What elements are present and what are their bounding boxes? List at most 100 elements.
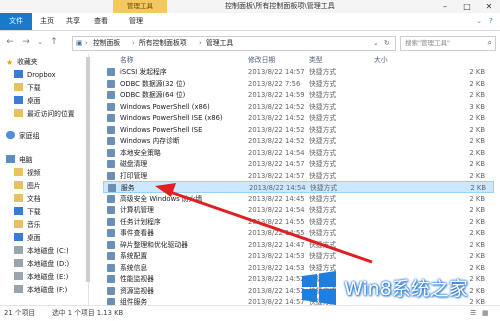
- nav-item-videos[interactable]: 视频: [14, 167, 41, 179]
- file-row[interactable]: 服务 2013/8/22 14:54 快捷方式 2 KB: [103, 181, 494, 193]
- file-type: 快捷方式: [309, 102, 337, 111]
- nav-this-pc[interactable]: 电脑: [6, 154, 33, 166]
- nav-item-downloads[interactable]: 下载: [14, 82, 41, 94]
- details-view-icon[interactable]: ☰: [470, 306, 476, 320]
- close-button[interactable]: ✕: [478, 0, 500, 13]
- file-date: 2013/8/22 14:52: [248, 286, 305, 295]
- address-bar[interactable]: ▣ › 控制面板 › 所有控制面板项 › 管理工具 ⌄ ↻: [72, 36, 396, 51]
- shortcut-icon: [108, 184, 116, 192]
- windows-logo-icon: [302, 271, 336, 305]
- file-type: 快捷方式: [309, 160, 337, 168]
- nav-item-documents[interactable]: 文档: [14, 193, 41, 205]
- nav-item-pc-downloads[interactable]: 下载: [14, 206, 41, 218]
- tab-home[interactable]: 主页: [36, 13, 58, 30]
- nav-item-dropbox[interactable]: Dropbox: [14, 69, 56, 81]
- ribbon-expand-icon[interactable]: ⌄: [474, 13, 484, 30]
- help-icon[interactable]: ?: [486, 13, 496, 30]
- column-header-size[interactable]: 大小: [374, 54, 388, 66]
- recent-folder-icon: [14, 109, 23, 117]
- file-date: 2013/8/22 14:57: [248, 160, 305, 168]
- forward-button[interactable]: →: [20, 36, 32, 48]
- nav-item-pictures[interactable]: 图片: [14, 180, 41, 192]
- tab-share[interactable]: 共享: [62, 13, 84, 30]
- file-row[interactable]: 碎片整理和优化驱动器 2013/8/22 14:47 快捷方式 2 KB: [103, 239, 494, 251]
- file-row[interactable]: 事件查看器 2013/8/22 14:55 快捷方式 2 KB: [103, 227, 494, 239]
- column-header-date[interactable]: 修改日期: [248, 54, 275, 66]
- file-size: 2 KB: [469, 263, 485, 272]
- nav-homegroup[interactable]: 家庭组: [6, 130, 39, 142]
- shortcut-icon: [107, 217, 115, 226]
- maximize-button[interactable]: □: [456, 0, 478, 13]
- large-icons-view-icon[interactable]: ▦: [482, 306, 488, 320]
- item-count: 21 个项目: [4, 309, 36, 317]
- file-size: 2 KB: [469, 114, 485, 122]
- back-button[interactable]: ←: [4, 36, 16, 48]
- up-button[interactable]: ↑: [48, 36, 60, 48]
- navigation-pane: ★ 收藏夹 Dropbox 下载 桌面 最近访问的位置 家庭组 电脑 视频 图片 …: [0, 54, 89, 305]
- breadcrumb-control-panel[interactable]: 控制面板: [93, 37, 120, 50]
- file-type: 快捷方式: [309, 229, 337, 237]
- file-date: 2013/8/22 14:54: [248, 206, 305, 214]
- tab-view[interactable]: 查看: [90, 13, 112, 30]
- file-row[interactable]: Windows PowerShell ISE (x86) 2013/8/22 14…: [103, 112, 494, 124]
- nav-item-desktop[interactable]: 桌面: [14, 95, 41, 107]
- star-icon: ★: [6, 58, 14, 67]
- shortcut-icon: [107, 160, 115, 168]
- file-list: 名称 修改日期 类型 大小 iSCSI 发起程序 2013/8/22 14:57 快…: [92, 54, 496, 306]
- file-row[interactable]: ODBC 数据源(64 位) 2013/8/22 14:59 快捷方式 2 KB: [103, 89, 494, 101]
- nav-item-drive-c[interactable]: 本地磁盘 (C:): [14, 245, 69, 257]
- file-type: 快捷方式: [309, 137, 337, 145]
- file-row[interactable]: iSCSI 发起程序 2013/8/22 14:57 快捷方式 2 KB: [103, 66, 494, 78]
- file-row[interactable]: 任务计划程序 2013/8/22 14:55 快捷方式 2 KB: [103, 216, 494, 228]
- file-type: 快捷方式: [309, 252, 337, 260]
- nav-item-music[interactable]: 音乐: [14, 219, 41, 231]
- column-header-name[interactable]: 名称: [120, 54, 134, 66]
- address-dropdown-icon[interactable]: ⌄: [373, 37, 379, 50]
- chevron-right-icon: ›: [132, 39, 135, 47]
- file-row[interactable]: Windows 内存诊断 2013/8/22 14:52 快捷方式 2 KB: [103, 135, 494, 147]
- file-row[interactable]: Windows PowerShell (x86) 2013/8/22 14:52 快…: [103, 101, 494, 113]
- breadcrumb-admin-tools[interactable]: 管理工具: [206, 37, 233, 50]
- shortcut-icon: [107, 79, 115, 88]
- column-header-type[interactable]: 类型: [309, 54, 323, 66]
- refresh-icon[interactable]: ↻: [384, 37, 390, 50]
- shortcut-icon: [107, 91, 115, 99]
- file-date: 2013/8/22 7:56: [248, 79, 301, 88]
- title-bar: 管理工具 控制面板\所有控制面板项\管理工具 – □ ✕: [0, 0, 500, 13]
- file-size: 2 KB: [469, 171, 485, 180]
- file-date: 2013/8/22 14:52: [248, 125, 305, 134]
- nav-favorites[interactable]: ★ 收藏夹: [6, 56, 38, 68]
- file-date: 2013/8/22 14:55: [248, 217, 305, 226]
- nav-item-drive-e[interactable]: 本地磁盘 (E:): [14, 271, 68, 283]
- tab-manage[interactable]: 管理: [124, 13, 148, 30]
- nav-scrollbar[interactable]: [86, 57, 90, 282]
- search-input[interactable]: 搜索"管理工具": [405, 37, 450, 50]
- file-row[interactable]: 系统信息 2013/8/22 14:53 快捷方式 2 KB: [103, 262, 494, 274]
- file-row[interactable]: 系统配置 2013/8/22 14:53 快捷方式 2 KB: [103, 250, 494, 262]
- file-size: 2 KB: [469, 160, 485, 168]
- file-row[interactable]: 打印管理 2013/8/22 14:57 快捷方式 2 KB: [103, 170, 494, 182]
- file-type: 快捷方式: [309, 217, 337, 226]
- file-row[interactable]: 磁盘清理 2013/8/22 14:57 快捷方式 2 KB: [103, 158, 494, 170]
- file-row[interactable]: Windows PowerShell ISE 2013/8/22 14:52 快捷方…: [103, 124, 494, 136]
- minimize-button[interactable]: –: [434, 0, 456, 13]
- nav-item-drive-f[interactable]: 本地磁盘 (F:): [14, 284, 67, 296]
- shortcut-icon: [107, 137, 115, 145]
- file-size: 2 KB: [469, 68, 485, 76]
- file-name: Windows PowerShell (x86): [120, 102, 210, 111]
- file-type: 快捷方式: [309, 148, 337, 157]
- search-icon[interactable]: ⌕: [488, 38, 492, 48]
- nav-item-pc-desktop[interactable]: 桌面: [14, 232, 41, 244]
- file-name: 系统配置: [120, 252, 148, 260]
- tab-file[interactable]: 文件: [0, 13, 32, 30]
- breadcrumb-all-items[interactable]: 所有控制面板项: [139, 37, 187, 50]
- file-row[interactable]: 计算机管理 2013/8/22 14:54 快捷方式 2 KB: [103, 204, 494, 216]
- file-row[interactable]: 本地安全策略 2013/8/22 14:54 快捷方式 2 KB: [103, 147, 494, 159]
- recent-dropdown-icon[interactable]: ⌄: [34, 36, 46, 48]
- file-size: 2 KB: [469, 206, 485, 214]
- file-row[interactable]: ODBC 数据源(32 位) 2013/8/22 7:56 快捷方式 2 KB: [103, 78, 494, 90]
- nav-item-drive-d[interactable]: 本地磁盘 (D:): [14, 258, 69, 270]
- file-row[interactable]: 高级安全 Windows 防火墙 2013/8/22 14:45 快捷方式 2 KB: [103, 193, 494, 205]
- nav-item-recent[interactable]: 最近访问的位置: [14, 108, 75, 120]
- search-box[interactable]: 搜索"管理工具" ⌕: [400, 36, 496, 51]
